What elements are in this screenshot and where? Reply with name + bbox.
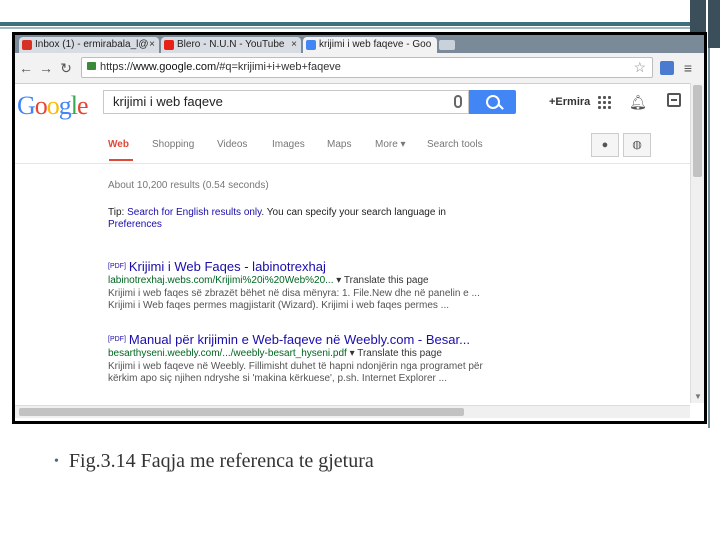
- tab-label: Inbox (1) - ermirabala_l@: [35, 39, 149, 50]
- search-input[interactable]: krijimi i web faqeve: [103, 90, 469, 114]
- tab-more[interactable]: More ▾: [375, 139, 406, 150]
- tab-images[interactable]: Images: [272, 139, 305, 150]
- result-stats: About 10,200 results (0.54 seconds): [108, 180, 269, 191]
- result-url: besarthyseni.weebly.com/.../weebly-besar…: [108, 348, 347, 359]
- translate-link[interactable]: ▾ Translate this page: [336, 275, 428, 286]
- active-tab-indicator: [109, 159, 133, 161]
- user-profile-link[interactable]: +Ermira: [549, 96, 590, 108]
- address-bar[interactable]: https://www.google.com/#q=krijimi+i+web+…: [81, 57, 653, 78]
- nav-divider: [15, 163, 690, 164]
- url-path: /#q=krijimi+i+web+faqeve: [216, 61, 341, 73]
- search-icon: [486, 95, 500, 109]
- english-results-link[interactable]: Search for English results only: [127, 207, 261, 218]
- search-tip: Tip: Search for English results only. Yo…: [108, 207, 468, 231]
- tab-web[interactable]: Web: [108, 139, 129, 150]
- vertical-scrollbar[interactable]: ▼: [690, 83, 704, 403]
- share-icon[interactable]: [667, 93, 681, 107]
- translate-link[interactable]: ▾ Translate this page: [350, 348, 442, 359]
- lock-icon: [87, 62, 96, 70]
- hide-personal-results-button[interactable]: ◍: [623, 133, 651, 157]
- microphone-icon[interactable]: [454, 95, 462, 108]
- browser-window: Inbox (1) - ermirabala_l@ × Blero - N.U.…: [15, 35, 704, 421]
- tab-strip: Inbox (1) - ermirabala_l@ × Blero - N.U.…: [15, 35, 704, 53]
- search-button[interactable]: [469, 90, 516, 114]
- search-nav-tabs: Web Shopping Videos Images Maps More ▾ S…: [15, 139, 690, 161]
- google-logo[interactable]: Google: [17, 91, 89, 121]
- scroll-down-arrow-icon[interactable]: ▼: [694, 392, 702, 401]
- tab-videos[interactable]: Videos: [217, 139, 247, 150]
- personal-results-button[interactable]: ●: [591, 133, 619, 157]
- browser-toolbar: ← → ↻ https://www.google.com/#q=krijimi+…: [15, 53, 704, 84]
- forward-arrow-icon[interactable]: →: [37, 59, 55, 77]
- search-query: krijimi i web faqeve: [113, 94, 223, 109]
- pdf-badge: [PDF]: [108, 336, 126, 343]
- new-tab-button[interactable]: [439, 40, 455, 50]
- tab-google-search[interactable]: krijimi i web faqeve - Goo: [303, 37, 437, 53]
- caption-text: Fig.3.14 Faqja me referenca te gjetura: [68, 450, 374, 472]
- tip-text: . You can specify your search language i…: [261, 207, 446, 218]
- slide-top-band: [0, 0, 690, 22]
- tab-maps[interactable]: Maps: [327, 139, 351, 150]
- close-icon[interactable]: ×: [291, 37, 297, 53]
- extension-icon[interactable]: [660, 61, 674, 75]
- search-result: [PDF] Manual për krijimin e Web-faqeve në…: [108, 332, 508, 385]
- tab-youtube[interactable]: Blero - N.U.N - YouTube ×: [161, 37, 301, 53]
- result-snippet: Krijimi i web faqes së zbrazët bëhet në …: [108, 288, 480, 299]
- person-icon: ●: [601, 139, 609, 151]
- apps-grid-icon[interactable]: [597, 95, 611, 109]
- close-icon[interactable]: ×: [149, 37, 155, 53]
- slide-right-edge: [708, 48, 720, 428]
- menu-icon[interactable]: ≡: [681, 59, 695, 77]
- search-result: [PDF] Krijimi i Web Faqes - labinotrexhaj…: [108, 259, 508, 312]
- caption-bullet: •: [54, 454, 59, 469]
- url-text: https://www.google.com/#q=krijimi+i+web+…: [100, 58, 341, 77]
- url-host: www.google.com: [133, 61, 217, 73]
- bookmark-star-icon[interactable]: ☆: [633, 59, 646, 76]
- search-icon-handle: [498, 104, 504, 110]
- preferences-link[interactable]: Preferences: [108, 219, 162, 230]
- result-snippet: kërkim apo siç njihen ndryshe si 'makina…: [108, 373, 447, 384]
- pdf-badge: [PDF]: [108, 263, 126, 270]
- tab-shopping[interactable]: Shopping: [152, 139, 194, 150]
- horizontal-scrollbar-thumb[interactable]: [19, 408, 464, 416]
- gmail-icon: [22, 40, 32, 50]
- tab-label: krijimi i web faqeve - Goo: [319, 39, 432, 50]
- tab-inbox[interactable]: Inbox (1) - ermirabala_l@ ×: [19, 37, 159, 53]
- browser-screenshot: Inbox (1) - ermirabala_l@ × Blero - N.U.…: [12, 32, 707, 424]
- tip-prefix: Tip:: [108, 207, 125, 218]
- globe-icon: ◍: [632, 139, 642, 151]
- result-snippet: Krijimi i web faqeve në Weebly. Fillimis…: [108, 361, 483, 372]
- slide-accent-line: [0, 22, 706, 26]
- figure-caption: • Fig.3.14 Faqja me referenca te gjetura: [54, 450, 374, 473]
- google-icon: [306, 40, 316, 50]
- google-logo-text: Google: [17, 91, 89, 120]
- url-scheme: https://: [100, 61, 134, 73]
- notification-bell-icon[interactable]: 🔔︎: [629, 94, 647, 111]
- result-title-link[interactable]: Krijimi i Web Faqes - labinotrexhaj: [129, 259, 326, 274]
- result-snippet: Krijimi i Web faqes permes magjistarit (…: [108, 300, 450, 311]
- reload-icon[interactable]: ↻: [57, 59, 75, 77]
- youtube-icon: [164, 40, 174, 50]
- scrollbar-thumb[interactable]: [693, 85, 702, 177]
- tab-search-tools[interactable]: Search tools: [427, 139, 483, 150]
- horizontal-scrollbar[interactable]: [15, 405, 690, 418]
- tab-label: Blero - N.U.N - YouTube: [177, 39, 285, 50]
- slide-accent-line-light: [0, 27, 706, 29]
- result-url: labinotrexhaj.webs.com/Krijimi%20i%20Web…: [108, 275, 334, 286]
- back-arrow-icon[interactable]: ←: [17, 59, 35, 77]
- result-title-link[interactable]: Manual për krijimin e Web-faqeve në Weeb…: [129, 332, 470, 347]
